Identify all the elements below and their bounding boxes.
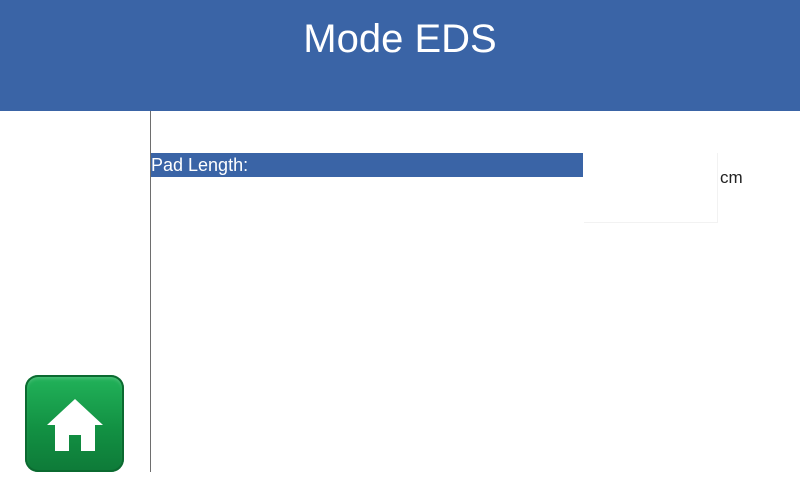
pad-length-label: Pad Length: [151, 155, 249, 175]
home-button[interactable] [25, 375, 124, 472]
screen: Mode EDS Pad Length: cm [0, 0, 800, 480]
page-title: Mode EDS [303, 17, 497, 61]
pad-length-label-bar: Pad Length: [151, 153, 583, 177]
unit-label: cm [720, 168, 743, 187]
header-bar: Mode EDS [0, 0, 800, 111]
pad-length-value-field[interactable] [584, 153, 718, 223]
home-icon [47, 399, 103, 451]
